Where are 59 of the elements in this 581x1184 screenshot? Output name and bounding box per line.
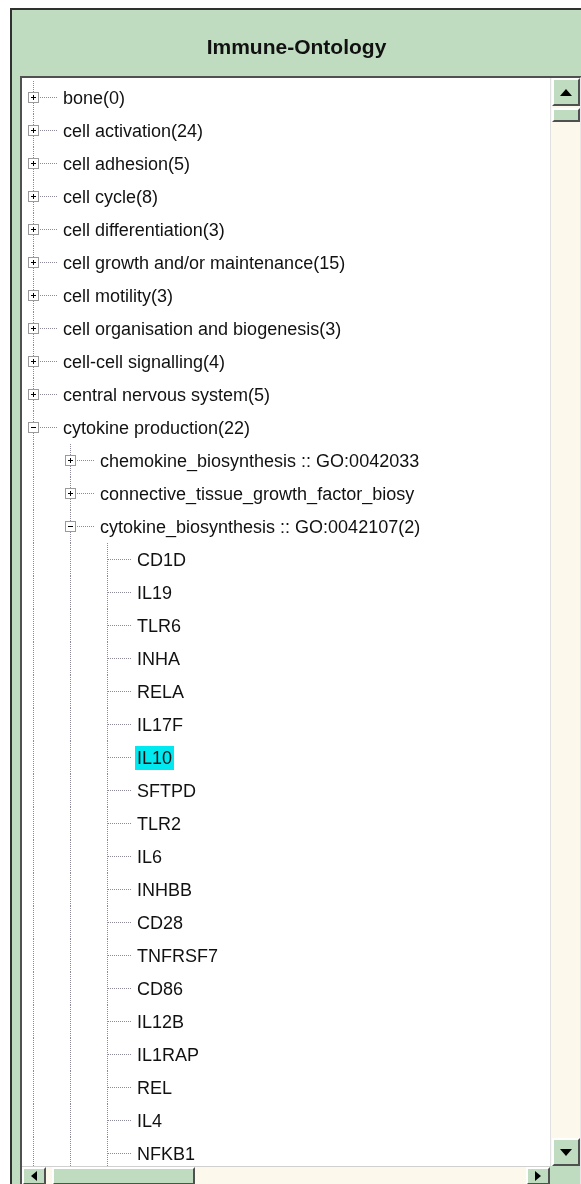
tree-item[interactable]: cytokine_biosynthesis :: GO:0042107(2) — [98, 514, 423, 539]
window-title: Immune-Ontology — [206, 34, 387, 60]
plus-box-icon[interactable] — [28, 389, 39, 400]
scroll-down-button[interactable] — [552, 1138, 580, 1166]
tree-item[interactable]: IL4 — [135, 1108, 165, 1133]
tree-item[interactable]: REL — [135, 1075, 174, 1100]
tree-item[interactable]: bone(0) — [61, 85, 128, 110]
scroll-thumb[interactable] — [52, 1167, 195, 1184]
plus-box-icon[interactable] — [65, 455, 76, 466]
scroll-right-button[interactable] — [526, 1167, 550, 1184]
tree-item[interactable]: connective_tissue_growth_factor_biosy — [98, 481, 417, 506]
tree-item[interactable]: NFKB1 — [135, 1141, 198, 1166]
tree-item[interactable]: IL17F — [135, 712, 186, 737]
right-arrow-icon — [535, 1171, 541, 1181]
tree-item[interactable]: cell differentiation(3) — [61, 217, 227, 242]
tree-item[interactable]: INHA — [135, 646, 182, 671]
minus-box-icon[interactable] — [28, 422, 39, 433]
tree-item[interactable]: RELA — [135, 679, 187, 704]
tree-item[interactable]: cell cycle(8) — [61, 184, 161, 209]
tree-item[interactable]: IL1RAP — [135, 1042, 202, 1067]
plus-box-icon[interactable] — [28, 92, 39, 103]
tree-item[interactable]: INHBB — [135, 877, 194, 902]
tree-item[interactable]: cytokine production(22) — [61, 415, 253, 440]
plus-box-icon[interactable] — [28, 158, 39, 169]
tree-item[interactable]: cell-cell signalling(4) — [61, 349, 228, 374]
scrollbar-corner — [550, 1166, 580, 1184]
tree-item[interactable]: IL19 — [135, 580, 175, 605]
tree-item[interactable]: IL10 — [135, 745, 175, 770]
plus-box-icon[interactable] — [28, 125, 39, 136]
tree-item[interactable]: TLR6 — [135, 613, 183, 638]
up-arrow-icon — [560, 88, 572, 96]
minus-box-icon[interactable] — [65, 521, 76, 532]
plus-box-icon[interactable] — [28, 356, 39, 367]
tree-item[interactable]: CD1D — [135, 547, 188, 572]
scroll-left-button[interactable] — [22, 1167, 46, 1184]
tree-item[interactable]: cell organisation and biogenesis(3) — [61, 316, 344, 341]
plus-box-icon[interactable] — [65, 488, 76, 499]
tree-item[interactable]: cell adhesion(5) — [61, 151, 193, 176]
tree-item[interactable]: cell motility(3) — [61, 283, 175, 308]
tree-item[interactable]: cell growth and/or maintenance(15) — [61, 250, 348, 275]
tree-item[interactable]: TLR2 — [135, 811, 183, 836]
tree-item[interactable]: CD86 — [135, 976, 186, 1001]
plus-box-icon[interactable] — [28, 290, 39, 301]
down-arrow-icon — [560, 1148, 572, 1156]
plus-box-icon[interactable] — [28, 224, 39, 235]
tree-item[interactable]: TNFRSF7 — [135, 943, 220, 968]
scroll-up-button[interactable] — [552, 78, 580, 106]
tree-item[interactable]: cell activation(24) — [61, 118, 206, 143]
left-arrow-icon — [31, 1171, 37, 1181]
tree-item[interactable]: IL6 — [135, 844, 165, 869]
plus-box-icon[interactable] — [28, 323, 39, 334]
tree-item[interactable]: central nervous system(5) — [61, 382, 273, 407]
tree-item[interactable]: SFTPD — [135, 778, 198, 803]
tree-item[interactable]: CD28 — [135, 910, 186, 935]
plus-box-icon[interactable] — [28, 257, 39, 268]
tree-item[interactable]: chemokine_biosynthesis :: GO:0042033 — [98, 448, 422, 473]
tree-item[interactable]: IL12B — [135, 1009, 187, 1034]
scroll-thumb[interactable] — [552, 108, 580, 122]
plus-box-icon[interactable] — [28, 191, 39, 202]
